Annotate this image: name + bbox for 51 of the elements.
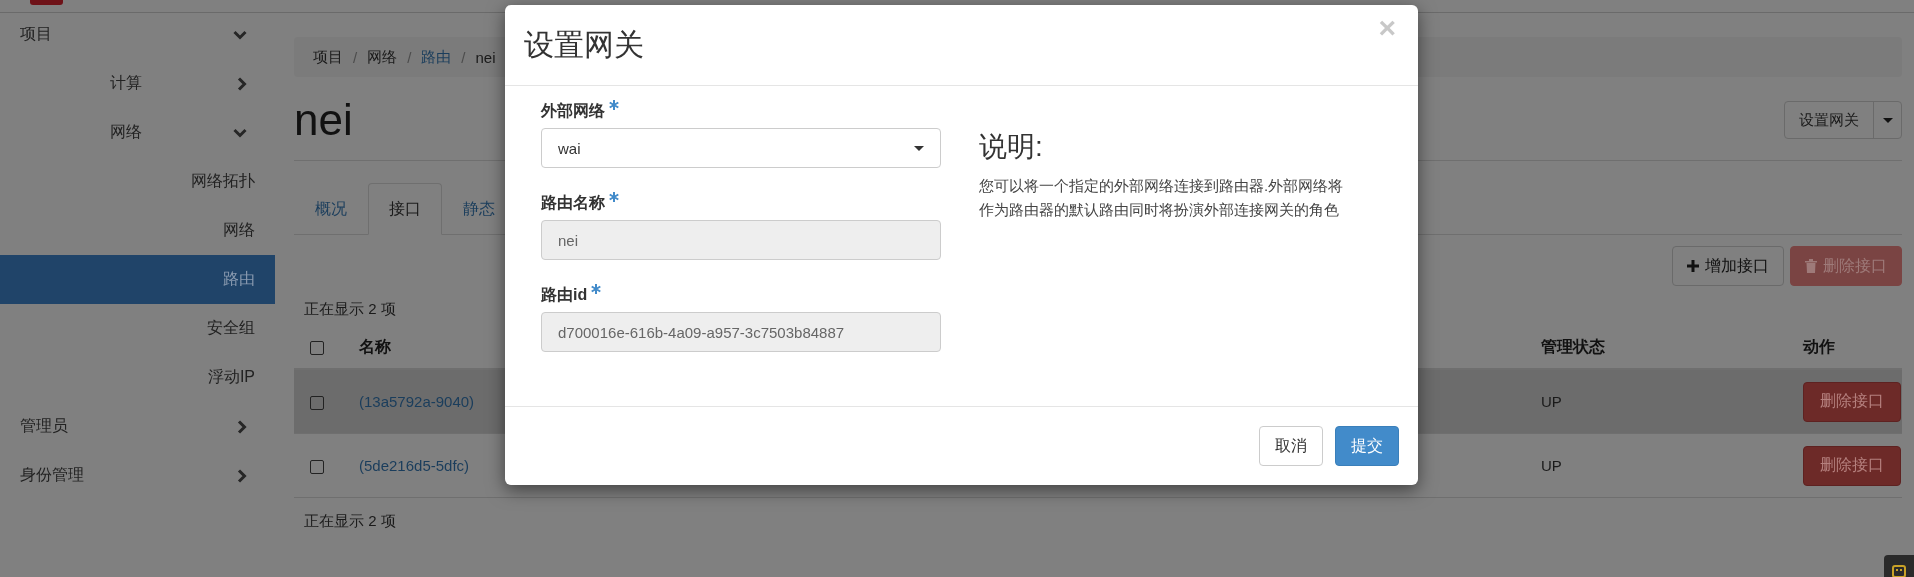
sidebar-item[interactable]: 项目 [0,10,275,59]
table-cell: UP [1541,457,1562,474]
logo-icon [30,0,63,5]
gateway-button[interactable]: 设置网关 [1785,102,1873,138]
interface-link[interactable]: (13a5792a-9040) [359,393,475,410]
breadcrumb-item: 网络 [367,47,398,67]
breadcrumb-link[interactable]: 路由 [421,47,452,67]
field-label: 路由名称 [541,192,605,213]
delete-interface-button[interactable]: 删除接口 [1803,381,1901,422]
breadcrumb-item: nei [475,48,496,66]
field-label: 路由id [541,284,588,305]
sidebar-item[interactable]: 身份管理 [0,451,275,500]
breadcrumb-item: 项目 [313,47,343,67]
trash-icon [1805,259,1817,273]
sidebar-item[interactable]: 浮动IP [0,353,275,402]
column-header: 动作 [1803,337,1835,355]
item-count: 正在显示 2 项 [303,510,397,531]
caret-icon [914,145,924,151]
helper-widget[interactable] [1884,555,1914,577]
column-header: 管理状态 [1541,337,1605,355]
row-checkbox[interactable] [310,460,324,474]
tab[interactable]: 接口 [368,183,442,235]
sidebar-item[interactable]: 路由 [0,255,275,304]
item-count: 正在显示 2 项 [303,298,397,319]
breadcrumb-separator: / [461,48,466,66]
table-cell: UP [1541,393,1562,410]
network-select[interactable]: wai [541,128,941,168]
sidebar-item[interactable]: 网络 [0,108,275,157]
plus-icon [1687,260,1699,272]
delete-interface-button[interactable]: 删除接口 [1803,445,1901,486]
column-header: 名称 [359,337,391,355]
dialog-title: 设置网关 [524,26,644,63]
caret-icon [1882,117,1893,123]
add-interface-button[interactable]: 增加接口 [1672,246,1784,286]
breadcrumb-separator: / [407,48,412,66]
sidebar-item[interactable]: 计算 [0,59,275,108]
cancel-button[interactable]: 取消 [1259,426,1323,466]
page-title: nei [294,95,353,145]
sidebar-item[interactable]: 网络 [0,206,275,255]
select-all-checkbox[interactable] [310,340,324,355]
tab[interactable]: 概况 [294,183,368,235]
row-checkbox[interactable] [310,396,324,410]
sidebar-item[interactable]: 网络拓扑 [0,157,275,206]
help-text: 您可以将一个指定的外部网络连接到路由器.外部网络将作为路由器的默认路由同时将扮演外部连接网关的角色 [979,176,1345,220]
sidebar-item[interactable]: 安全组 [0,304,275,353]
breadcrumb-separator: / [353,48,358,66]
submit-button[interactable]: 提交 [1335,426,1399,466]
sidebar-item[interactable]: 管理员 [0,402,275,451]
field-label: 外部网络 [541,100,605,121]
help-title: 说明: [979,130,1044,164]
interface-link[interactable]: (5de216d5-5dfc) [359,457,470,474]
